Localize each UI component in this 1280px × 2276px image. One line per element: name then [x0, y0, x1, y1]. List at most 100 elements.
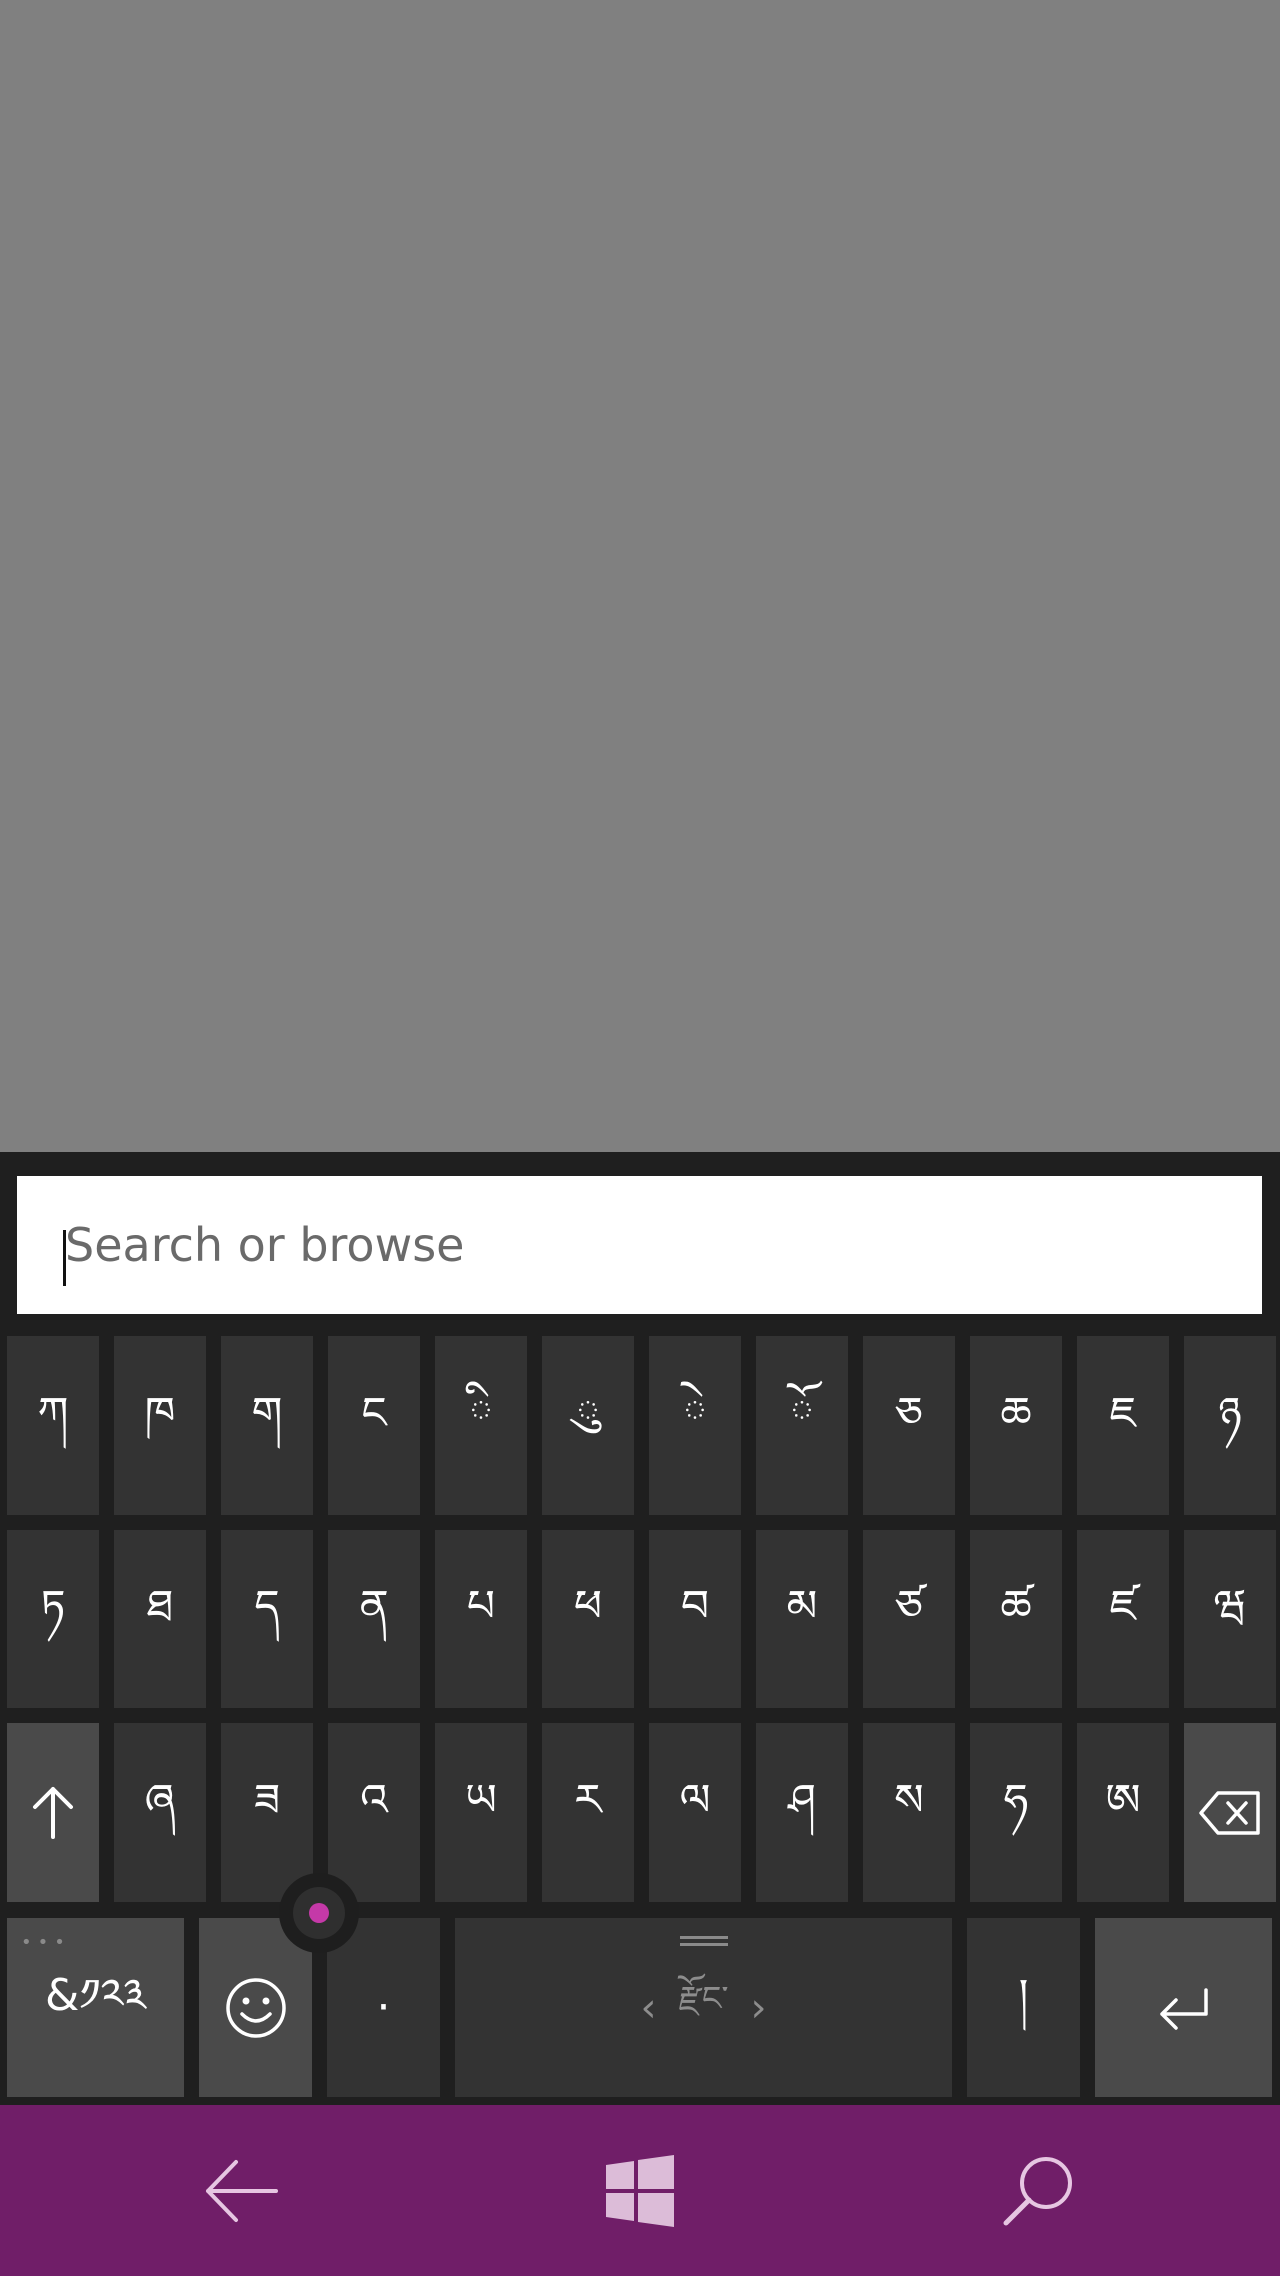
key-row3-1[interactable]: ཞ — [114, 1723, 206, 1902]
key-label: ཙ — [895, 1581, 923, 1632]
backspace-icon — [1199, 1790, 1260, 1835]
key-label: ཅ — [895, 1387, 923, 1439]
key-row3-5[interactable]: ར — [542, 1723, 634, 1902]
key-label: ོ — [789, 1387, 815, 1439]
key-label: ཏ — [40, 1581, 66, 1632]
key-row3-7[interactable]: ཤ — [756, 1723, 848, 1902]
key-label: ཟ — [253, 1774, 281, 1826]
key-label: འ — [360, 1774, 388, 1826]
backspace-key[interactable] — [1184, 1723, 1276, 1902]
back-arrow-icon — [206, 2159, 278, 2222]
enter-key[interactable] — [1095, 1918, 1272, 2097]
symbols-key[interactable]: ••• &༡༢༣ — [7, 1918, 184, 2097]
period-key[interactable]: · — [327, 1918, 440, 2097]
symbols-key-label: &༡༢༣ — [44, 1969, 147, 2021]
app-content-area — [0, 0, 1280, 1152]
key-label: ལ — [679, 1774, 711, 1826]
shad-key-label: ། — [1018, 1969, 1029, 2021]
key-label: ཐ — [146, 1581, 174, 1632]
search-input[interactable] — [65, 1202, 1225, 1288]
key-label: ཆ — [1000, 1387, 1032, 1439]
key-row3-10[interactable]: ཨ — [1077, 1723, 1169, 1902]
key-row2-4[interactable]: ན — [328, 1530, 420, 1708]
key-row2-11[interactable]: ཛ — [1077, 1530, 1169, 1708]
search-icon — [1003, 2156, 1072, 2225]
key-row3-8[interactable]: ས — [863, 1723, 955, 1902]
key-label: ཡ — [465, 1774, 497, 1826]
key-row1-1[interactable]: ཀ — [7, 1336, 99, 1515]
key-row1-3[interactable]: ག — [221, 1336, 313, 1515]
key-row1-11[interactable]: ཇ — [1077, 1336, 1169, 1515]
key-row1-8[interactable]: ོ — [756, 1336, 848, 1515]
key-label: ན — [359, 1581, 389, 1632]
key-row1-9[interactable]: ཅ — [863, 1336, 955, 1515]
period-key-label: · — [376, 1982, 391, 2033]
key-label: ཨ — [1105, 1774, 1141, 1826]
drag-handle-icon[interactable] — [679, 1936, 728, 1946]
key-label: ེ — [682, 1387, 708, 1439]
cursor-control-ball[interactable] — [279, 1873, 359, 1953]
enter-icon — [1159, 1987, 1208, 2030]
key-row3-4[interactable]: ཡ — [435, 1723, 527, 1902]
address-bar — [0, 1152, 1280, 1330]
key-label: ད — [254, 1581, 280, 1632]
shad-key[interactable]: ། — [967, 1918, 1080, 2097]
key-label: ཀ — [37, 1387, 69, 1439]
key-row2-10[interactable]: ཚ — [970, 1530, 1062, 1708]
key-label: ཚ — [1000, 1581, 1032, 1632]
language-label: རྫོང་ — [678, 1978, 729, 2019]
key-row2-3[interactable]: ད — [221, 1530, 313, 1708]
windows-logo-icon — [606, 2154, 674, 2227]
on-screen-keyboard: ཀ ཁ ག ང ི ུ ེ ོ ཅ ཆ ཇ ཉ ཏ ཐ ད ན པ ཕ བ མ … — [0, 1330, 1280, 2105]
space-key[interactable]: ‹ རྫོང་ › — [455, 1918, 952, 2097]
key-row1-6[interactable]: ུ — [542, 1336, 634, 1515]
key-row2-5[interactable]: པ — [435, 1530, 527, 1708]
chevron-left-icon: ‹ — [640, 1984, 657, 2031]
chevron-right-icon: › — [750, 1984, 767, 2031]
key-label: པ — [466, 1581, 496, 1632]
key-row2-8[interactable]: མ — [756, 1530, 848, 1708]
key-label: ཞ — [144, 1774, 176, 1826]
key-row1-7[interactable]: ེ — [649, 1336, 741, 1515]
shift-key[interactable] — [7, 1723, 99, 1902]
up-arrow-icon — [33, 1786, 73, 1839]
key-label: ར — [574, 1774, 602, 1826]
key-row2-6[interactable]: ཕ — [542, 1530, 634, 1708]
key-label: ང — [361, 1387, 387, 1439]
key-label: ི — [468, 1387, 494, 1439]
key-label: ཇ — [1109, 1387, 1137, 1439]
start-button[interactable] — [540, 2105, 740, 2276]
key-label: ཧ — [1003, 1774, 1029, 1826]
cursor-control-dot — [309, 1903, 329, 1923]
key-row3-6[interactable]: ལ — [649, 1723, 741, 1902]
key-row3-2[interactable]: ཟ — [221, 1723, 313, 1902]
key-label: ཤ — [788, 1774, 816, 1826]
key-label: བ — [680, 1581, 710, 1632]
key-row2-2[interactable]: ཐ — [114, 1530, 206, 1708]
key-row2-7[interactable]: བ — [649, 1530, 741, 1708]
key-row1-10[interactable]: ཆ — [970, 1336, 1062, 1515]
navigation-bar — [0, 2105, 1280, 2276]
key-label: ས — [894, 1774, 924, 1826]
key-row3-9[interactable]: ཧ — [970, 1723, 1062, 1902]
back-button[interactable] — [142, 2105, 342, 2276]
key-label: ཁ — [144, 1387, 176, 1439]
key-row1-5[interactable]: ི — [435, 1336, 527, 1515]
key-label: ག — [251, 1387, 283, 1439]
key-row2-12[interactable]: ཝ — [1184, 1530, 1276, 1708]
key-row2-9[interactable]: ཙ — [863, 1530, 955, 1708]
key-label: ཉ — [1218, 1387, 1242, 1439]
smiley-icon — [225, 1977, 286, 2038]
key-label: ཝ — [1213, 1581, 1247, 1632]
key-row1-12[interactable]: ཉ — [1184, 1336, 1276, 1515]
key-row2-1[interactable]: ཏ — [7, 1530, 99, 1708]
key-row1-4[interactable]: ང — [328, 1336, 420, 1515]
key-row3-3[interactable]: འ — [328, 1723, 420, 1902]
key-label: ཕ — [573, 1581, 603, 1632]
key-row1-2[interactable]: ཁ — [114, 1336, 206, 1515]
search-box[interactable] — [17, 1176, 1262, 1314]
search-button[interactable] — [938, 2105, 1138, 2276]
key-label: མ — [786, 1581, 818, 1632]
more-dots-icon: ••• — [21, 1932, 71, 1953]
language-switcher: ‹ རྫོང་ › — [641, 1960, 767, 2056]
